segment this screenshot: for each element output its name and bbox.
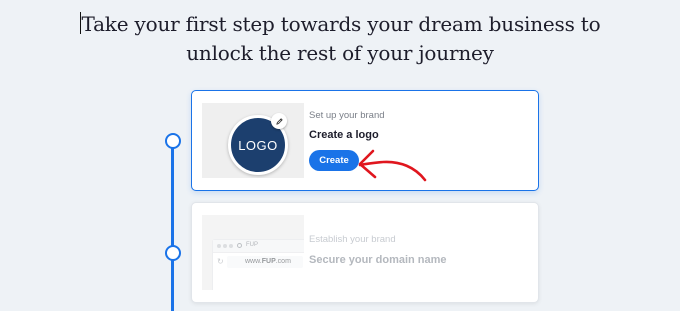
headline-line-1: Take your first step towards your dream … xyxy=(0,10,680,39)
headline-line-2: unlock the rest of your journey xyxy=(186,41,494,65)
timeline-line xyxy=(171,139,174,311)
create-logo-button[interactable]: Create xyxy=(309,150,359,171)
browser-url-text: www.FUP.com xyxy=(245,258,291,265)
step-eyebrow: Establish your brand xyxy=(309,234,396,245)
timeline-node-1 xyxy=(165,133,181,149)
url-prefix: www. xyxy=(245,258,262,265)
timeline-node-2 xyxy=(165,245,181,261)
browser-tab-bar: FUP xyxy=(213,240,304,253)
page-headline: Take your first step towards your dream … xyxy=(0,10,680,68)
url-suffix: .com xyxy=(275,258,291,265)
browser-dot xyxy=(217,244,221,248)
step-title: Create a logo xyxy=(309,129,379,141)
pencil-icon[interactable] xyxy=(271,113,287,129)
browser-dot xyxy=(223,244,227,248)
arrow-annotation xyxy=(358,149,427,182)
refresh-icon: ↻ xyxy=(217,257,224,266)
step-eyebrow: Set up your brand xyxy=(309,110,385,121)
browser-tab-text: FUP xyxy=(246,242,258,248)
step-card-domain-name[interactable]: FUP ↻ www.FUP.com Establish your brand S… xyxy=(191,202,539,303)
logo-thumbnail: LOGO xyxy=(202,103,304,178)
text-cursor xyxy=(79,12,81,34)
step-title: Secure your domain name xyxy=(309,254,447,266)
browser-dot xyxy=(229,244,233,248)
globe-icon xyxy=(237,243,242,248)
browser-url-bar: www.FUP.com xyxy=(227,256,303,268)
browser-mockup: FUP ↻ www.FUP.com xyxy=(212,239,304,290)
logo-placeholder-text: LOGO xyxy=(238,137,278,153)
headline-line-1-text: Take your first step towards your dream … xyxy=(81,12,601,36)
url-domain: FUP xyxy=(261,258,276,265)
domain-thumbnail: FUP ↻ www.FUP.com xyxy=(202,215,304,290)
